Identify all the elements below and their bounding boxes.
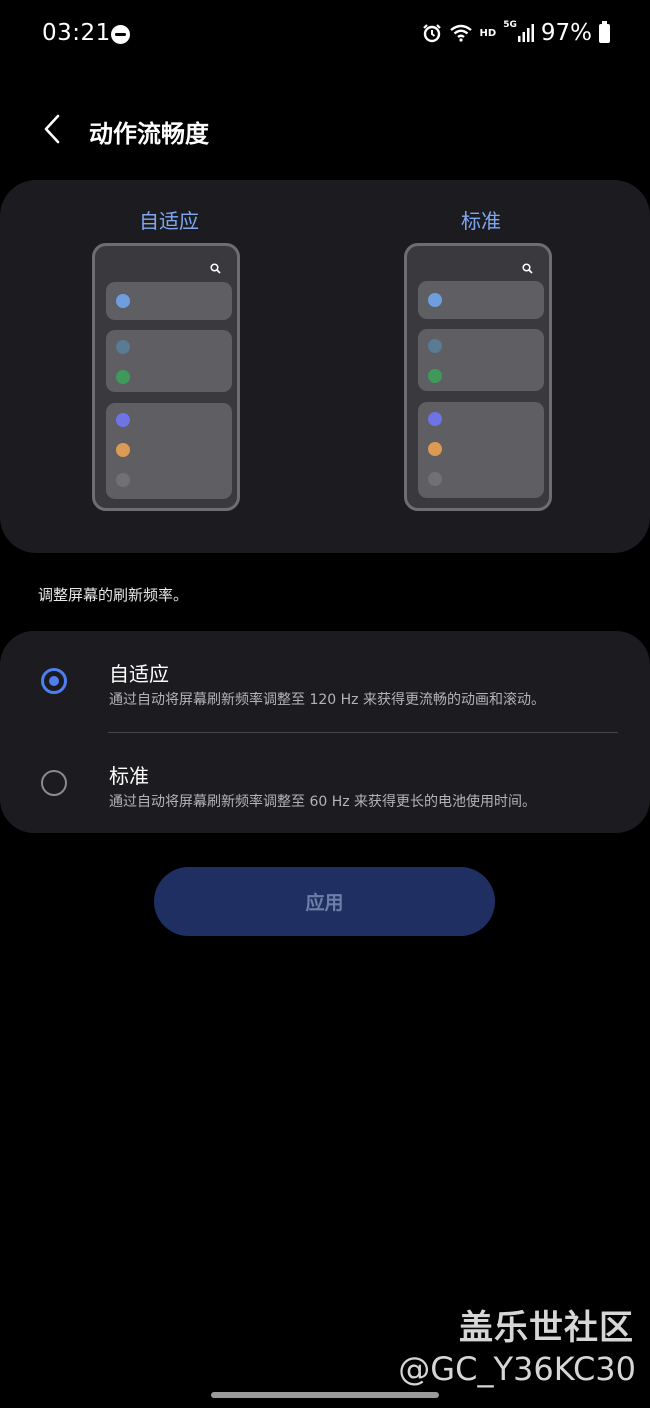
list-dot — [428, 442, 442, 456]
list-dot — [116, 413, 130, 427]
apply-button[interactable]: 应用 — [154, 867, 495, 936]
list-dot — [428, 293, 442, 307]
status-icons: HD 5G 97% — [422, 20, 610, 46]
hd-indicator: HD — [479, 27, 497, 39]
network-type: 5G — [503, 20, 517, 30]
watermark-title: 盖乐世社区 — [459, 1308, 634, 1348]
wifi-icon — [449, 24, 472, 42]
preview-label-standard: 标准 — [461, 209, 501, 233]
refresh-rate-hint: 调整屏幕的刷新频率。 — [38, 586, 189, 604]
list-dot — [116, 473, 130, 487]
phone-preview-standard — [404, 243, 552, 511]
back-icon[interactable] — [38, 112, 72, 146]
radio-adaptive[interactable] — [41, 668, 67, 694]
list-dot — [428, 369, 442, 383]
list-card — [106, 282, 232, 320]
option-description: 通过自动将屏幕刷新频率调整至 120 Hz 来获得更流畅的动画和滚动。 — [109, 692, 545, 708]
list-dot — [428, 339, 442, 353]
option-standard[interactable]: 标准 通过自动将屏幕刷新频率调整至 60 Hz 来获得更长的电池使用时间。 — [0, 733, 650, 833]
watermark-handle: @GC_Y36KC30 — [398, 1350, 636, 1388]
home-indicator[interactable] — [211, 1392, 439, 1398]
list-dot — [428, 472, 442, 486]
list-card — [106, 403, 232, 499]
list-dot — [116, 443, 130, 457]
list-dot — [428, 412, 442, 426]
search-icon — [210, 263, 221, 274]
option-title: 标准 — [109, 764, 149, 788]
battery-icon — [599, 20, 610, 43]
search-icon — [522, 263, 533, 274]
signal-icon — [517, 24, 534, 42]
page-title: 动作流畅度 — [89, 120, 209, 148]
list-card — [418, 402, 544, 498]
battery-percent: 97% — [540, 20, 592, 46]
do-not-disturb-icon — [111, 25, 130, 44]
phone-preview-adaptive — [92, 243, 240, 511]
list-card — [418, 329, 544, 391]
list-dot — [116, 370, 130, 384]
list-dot — [116, 294, 130, 308]
status-time: 03:21 — [42, 20, 111, 46]
option-title: 自适应 — [109, 662, 169, 686]
list-dot — [116, 340, 130, 354]
radio-standard[interactable] — [41, 770, 67, 796]
option-description: 通过自动将屏幕刷新频率调整至 60 Hz 来获得更长的电池使用时间。 — [109, 794, 537, 810]
preview-label-adaptive: 自适应 — [139, 209, 199, 233]
alarm-icon — [422, 24, 441, 43]
option-adaptive[interactable]: 自适应 通过自动将屏幕刷新频率调整至 120 Hz 来获得更流畅的动画和滚动。 — [0, 631, 650, 731]
list-card — [106, 330, 232, 392]
list-card — [418, 281, 544, 319]
